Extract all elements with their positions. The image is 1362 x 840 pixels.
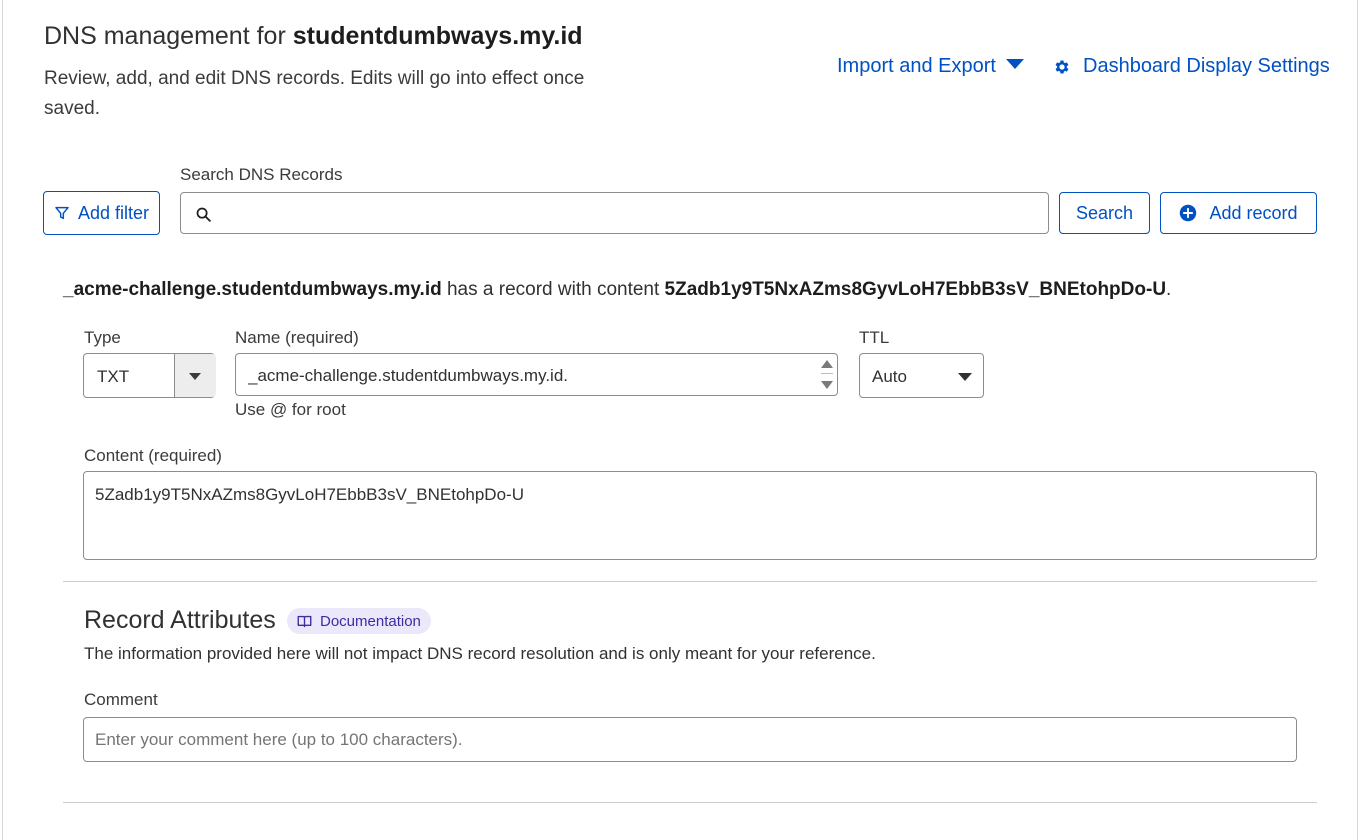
display-settings-label: Dashboard Display Settings	[1083, 55, 1330, 77]
content-label: Content (required)	[84, 446, 222, 465]
add-filter-button[interactable]: Add filter	[43, 191, 160, 235]
scroll-up-icon[interactable]	[821, 360, 833, 368]
plus-circle-icon	[1180, 204, 1197, 222]
name-input[interactable]	[246, 364, 810, 388]
search-icon	[196, 207, 211, 222]
record-summary: _acme-challenge.studentdumbways.my.id ha…	[63, 279, 1172, 300]
name-scrollbar[interactable]	[818, 356, 836, 393]
record-attributes-description: The information provided here will not i…	[84, 644, 876, 663]
search-label: Search DNS Records	[180, 165, 343, 184]
record-attributes-title: Record Attributes	[84, 606, 276, 634]
section-divider	[63, 581, 1317, 582]
domain-name: studentdumbways.my.id	[292, 22, 583, 50]
type-label: Type	[84, 328, 121, 347]
name-field[interactable]	[235, 353, 838, 396]
comment-input[interactable]	[83, 717, 1297, 762]
add-record-label: Add record	[1209, 202, 1298, 223]
search-button[interactable]: Search	[1059, 192, 1150, 234]
import-export-dropdown[interactable]: Import and Export	[837, 55, 1024, 78]
type-select[interactable]: TXT	[83, 353, 216, 398]
type-value: TXT	[97, 367, 130, 386]
bottom-divider	[63, 802, 1317, 803]
card-frame	[2, 0, 1358, 840]
documentation-link[interactable]: Documentation	[287, 608, 431, 634]
name-hint: Use @ for root	[235, 400, 346, 419]
scroll-down-icon[interactable]	[821, 381, 833, 389]
record-summary-content: 5Zadb1y9T5NxAZms8GyvLoH7EbbB3sV_BNEtohpD…	[664, 279, 1167, 300]
filter-icon	[55, 206, 69, 220]
comment-label: Comment	[84, 690, 158, 709]
dashboard-display-settings-link[interactable]: Dashboard Display Settings	[1053, 55, 1330, 78]
chevron-down-icon	[189, 373, 201, 380]
ttl-value: Auto	[872, 367, 907, 386]
page-title: DNS management for studentdumbways.my.id	[44, 22, 583, 50]
gear-icon	[1055, 59, 1069, 74]
scroll-divider	[821, 373, 833, 374]
ttl-label: TTL	[859, 328, 890, 347]
record-summary-name: _acme-challenge.studentdumbways.my.id	[63, 279, 442, 300]
book-icon	[297, 615, 312, 627]
documentation-label: Documentation	[320, 612, 421, 630]
content-textarea[interactable]: 5Zadb1y9T5NxAZms8GyvLoH7EbbB3sV_BNEtohpD…	[83, 471, 1317, 560]
import-export-label: Import and Export	[837, 55, 996, 77]
add-filter-label: Add filter	[77, 202, 150, 223]
add-record-button[interactable]: Add record	[1160, 192, 1317, 234]
ttl-select[interactable]: Auto	[859, 353, 984, 398]
chevron-down-icon	[958, 373, 972, 381]
type-dropdown-toggle[interactable]	[174, 354, 216, 397]
name-label: Name (required)	[235, 328, 359, 347]
page-subtitle: Review, add, and edit DNS records. Edits…	[44, 68, 585, 119]
search-field[interactable]	[180, 192, 1049, 234]
search-input[interactable]	[225, 201, 1029, 227]
caret-down-icon	[1005, 58, 1024, 69]
